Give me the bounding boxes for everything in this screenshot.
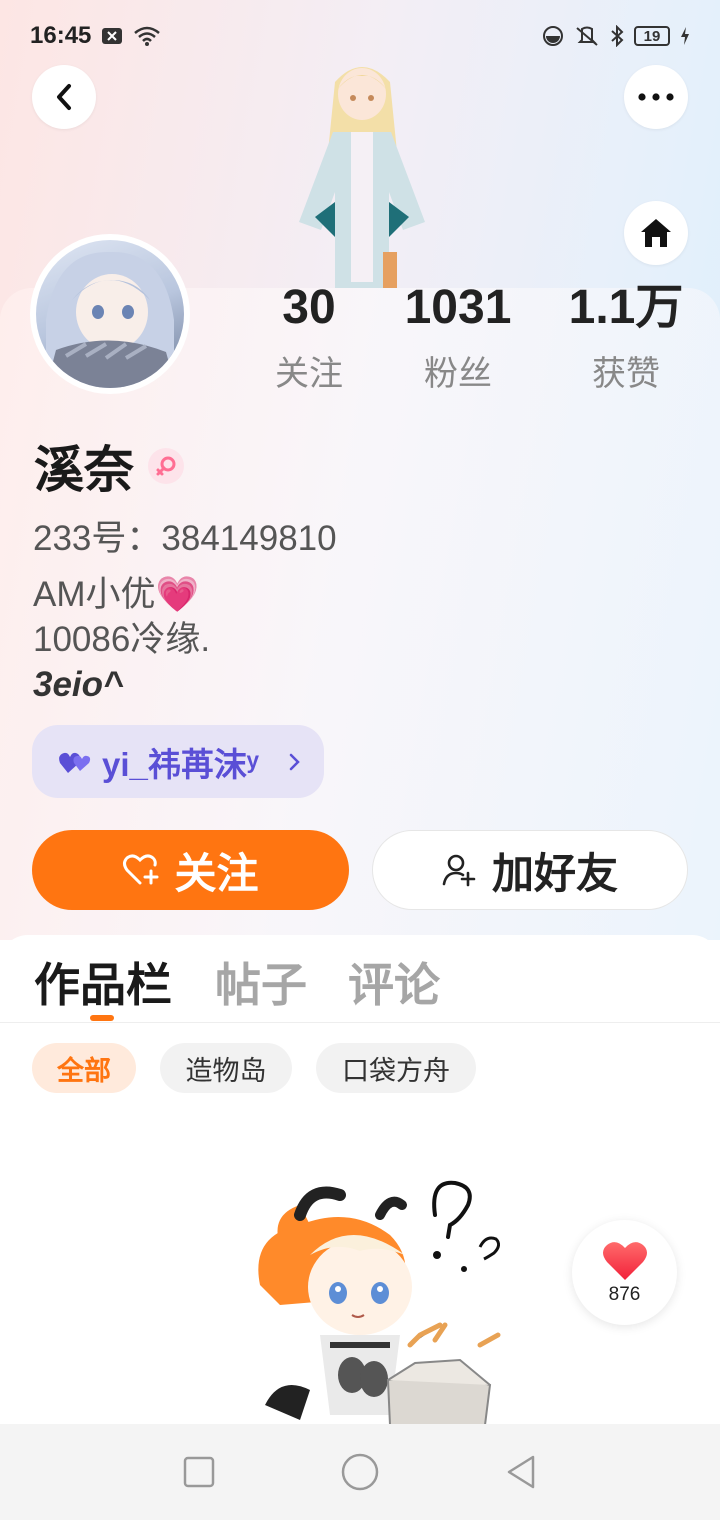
character-avatar-image [285, 52, 440, 292]
bluetooth-icon [610, 25, 624, 47]
tab-indicator [90, 1015, 114, 1021]
bio-line: AM小优💗 [33, 575, 200, 614]
chevron-left-icon [57, 84, 71, 110]
recent-apps-icon[interactable] [183, 1456, 215, 1488]
like-button[interactable]: 876 [572, 1220, 677, 1325]
follow-button[interactable]: 关注 [32, 830, 349, 910]
home-button[interactable] [624, 201, 688, 265]
add-user-icon [442, 854, 476, 887]
relationship-pill[interactable]: yi_祎苒沫ʸ [32, 725, 324, 798]
more-dots-icon [638, 93, 674, 101]
user-avatar[interactable] [30, 234, 190, 394]
charging-icon [680, 27, 690, 45]
home-circle-icon[interactable] [341, 1453, 379, 1491]
stat-likes[interactable]: 1.1万 获赞 [541, 280, 711, 395]
following-label: 关注 [275, 355, 343, 393]
system-navigation-bar [0, 1424, 720, 1520]
chevron-right-icon [289, 753, 300, 770]
more-button[interactable] [624, 65, 688, 129]
relationship-name: yi_祎苒沫ʸ [102, 745, 259, 783]
name-row: 溪奈 [34, 430, 184, 502]
stat-following[interactable]: 30 关注 [224, 280, 394, 395]
bio-line: 3eio^ [33, 665, 124, 704]
battery-icon: 19 [634, 26, 670, 46]
fans-count: 1031 [404, 281, 512, 334]
status-time: 16:45 [30, 22, 92, 49]
filter-creation-island[interactable]: 造物岛 [160, 1043, 292, 1093]
back-triangle-icon[interactable] [505, 1454, 537, 1490]
tab-works[interactable]: 作品栏 [34, 949, 172, 1015]
likes-count: 1.1万 [568, 281, 684, 334]
back-button[interactable] [32, 65, 96, 129]
user-bio: AM小优💗 10086冷缘. 3eio^ [33, 572, 210, 707]
likes-label: 获赞 [592, 355, 660, 393]
female-gender-icon [148, 448, 184, 484]
data-saver-icon [542, 25, 564, 47]
heart-plus-icon [123, 854, 159, 885]
following-count: 30 [282, 281, 336, 334]
follow-label: 关注 [174, 849, 259, 897]
add-friend-label: 加好友 [491, 849, 618, 897]
wifi-icon [133, 26, 161, 46]
home-icon [641, 219, 671, 247]
user-name: 溪奈 [34, 442, 134, 498]
tab-bar: 作品栏 帖子 评论 [0, 935, 720, 1023]
tab-comments[interactable]: 评论 [348, 949, 440, 1015]
heart-icon [602, 1241, 647, 1280]
stat-fans[interactable]: 1031 粉丝 [373, 280, 543, 395]
notification-x-icon [101, 27, 123, 45]
fans-label: 粉丝 [424, 355, 492, 393]
vibrate-icon [574, 25, 600, 47]
battery-level: 19 [643, 27, 661, 45]
bio-line: 10086冷缘. [33, 620, 211, 659]
filter-all[interactable]: 全部 [32, 1043, 136, 1093]
empty-state-illustration [240, 1175, 510, 1425]
like-count: 876 [608, 1283, 641, 1305]
filter-pocket-ark[interactable]: 口袋方舟 [316, 1043, 476, 1093]
tab-posts[interactable]: 帖子 [215, 949, 307, 1015]
double-heart-icon [59, 752, 91, 773]
add-friend-button[interactable]: 加好友 [372, 830, 688, 910]
content-section: 作品栏 帖子 评论 全部 造物岛 口袋方舟 [0, 935, 720, 1425]
user-id: 233号：384149810 [33, 519, 337, 558]
